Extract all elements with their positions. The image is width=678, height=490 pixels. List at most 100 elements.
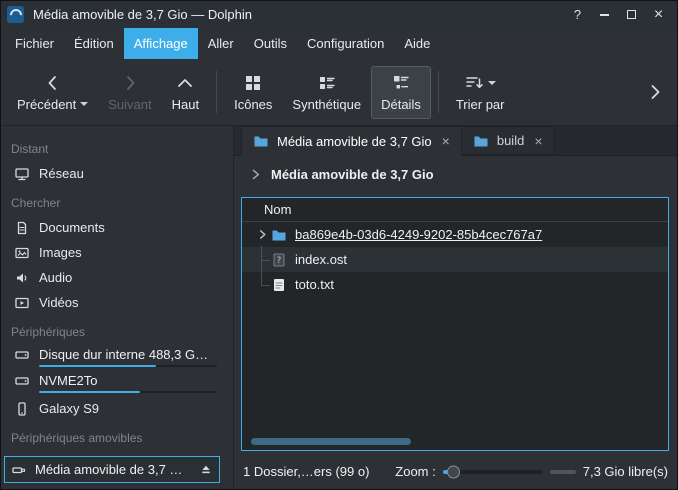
breadcrumb-current[interactable]: Média amovible de 3,7 Gio — [271, 167, 434, 182]
tab-label: build — [497, 133, 524, 148]
sidebar-item-label: Images — [39, 245, 82, 260]
capacity-bar — [39, 391, 217, 393]
dolphin-app-icon — [7, 6, 24, 23]
videos-icon — [14, 295, 30, 311]
menu-configuration[interactable]: Configuration — [297, 28, 394, 59]
sort-by-label: Trier par — [456, 97, 505, 112]
zoom-slider-handle[interactable] — [447, 465, 460, 478]
menu-aide[interactable]: Aide — [394, 28, 440, 59]
menubar: Fichier Édition Affichage Aller Outils C… — [1, 28, 677, 59]
hard-drive-icon — [14, 373, 30, 389]
images-icon — [14, 245, 30, 261]
back-button[interactable]: Précédent — [7, 66, 98, 119]
back-label: Précédent — [17, 97, 76, 112]
file-row-folder[interactable]: ba869e4b-03d6-4249-9202-85b4cec767a7 — [242, 222, 668, 247]
sidebar-item-label: Média amovible de 3,7 … — [35, 462, 199, 477]
tab-close-icon[interactable]: × — [534, 133, 542, 149]
tab-close-icon[interactable]: × — [442, 133, 450, 149]
file-view: Nom ba869e4b-03d6-4249-9202-85b4cec767a7… — [241, 197, 669, 451]
breadcrumb: Média amovible de 3,7 Gio — [234, 156, 677, 193]
sidebar-item-label: Documents — [39, 220, 105, 235]
menu-fichier[interactable]: Fichier — [5, 28, 64, 59]
device-info: NVME2To — [39, 373, 233, 393]
menu-outils[interactable]: Outils — [244, 28, 297, 59]
horizontal-scrollbar-thumb[interactable] — [251, 438, 411, 445]
close-button[interactable]: × — [646, 4, 671, 25]
unknown-file-icon: ? — [271, 252, 287, 268]
view-details-button[interactable]: Détails — [371, 66, 431, 119]
documents-icon — [14, 220, 30, 236]
zoom-label: Zoom : — [395, 464, 435, 479]
view-compact-icon — [317, 73, 337, 93]
minimize-button[interactable] — [592, 4, 617, 25]
file-name: toto.txt — [295, 277, 334, 292]
tab-bar: Média amovible de 3,7 Gio × build × — [234, 126, 677, 156]
zoom-slider-track[interactable] — [443, 470, 543, 474]
sidebar-item-galaxy-s9[interactable]: Galaxy S9 — [1, 396, 233, 421]
chevron-up-icon — [175, 73, 195, 93]
sidebar-item-videos[interactable]: Vidéos — [1, 290, 233, 315]
view-compact-label: Synthétique — [292, 97, 361, 112]
chevron-left-icon — [43, 73, 63, 93]
folder-icon — [271, 227, 287, 243]
sidebar-item-label: Audio — [39, 270, 72, 285]
chevron-right-icon[interactable] — [249, 168, 262, 181]
expand-arrow-icon[interactable] — [254, 229, 270, 240]
toolbar-overflow-button[interactable] — [645, 82, 665, 102]
section-header-distant: Distant — [1, 132, 233, 161]
view-compact-button[interactable]: Synthétique — [282, 66, 371, 119]
section-header-amovibles: Périphériques amovibles — [1, 421, 233, 450]
menu-edition[interactable]: Édition — [64, 28, 124, 59]
toolbar-separator — [216, 71, 217, 113]
sidebar-item-reseau[interactable]: Réseau — [1, 161, 233, 186]
device-info: Disque dur interne 488,3 G… — [39, 347, 233, 367]
sidebar-item-label: Disque dur interne 488,3 G… — [39, 347, 217, 362]
places-panel: Distant Réseau Chercher Documents Images… — [1, 126, 234, 489]
sidebar-item-disque-dur[interactable]: Disque dur interne 488,3 G… — [1, 344, 233, 370]
view-icons-label: Icônes — [234, 97, 272, 112]
forward-button[interactable]: Suivant — [98, 66, 161, 119]
chevron-down-icon — [80, 102, 88, 110]
column-header-nom[interactable]: Nom — [242, 198, 668, 222]
file-row-index-ost[interactable]: ? index.ost — [242, 247, 668, 272]
tab-media-amovible[interactable]: Média amovible de 3,7 Gio × — [241, 126, 462, 156]
status-summary: 1 Dossier,…ers (99 o) — [243, 464, 369, 479]
svg-text:?: ? — [277, 256, 282, 266]
view-details-icon — [391, 73, 411, 93]
up-label: Haut — [172, 97, 199, 112]
main-area: Média amovible de 3,7 Gio × build × Médi… — [234, 126, 677, 489]
capacity-bar — [39, 365, 217, 367]
file-row-toto-txt[interactable]: toto.txt — [242, 272, 668, 297]
sidebar-item-label: Vidéos — [39, 295, 79, 310]
help-button[interactable]: ? — [565, 4, 590, 25]
tab-label: Média amovible de 3,7 Gio — [277, 134, 432, 149]
file-name: ba869e4b-03d6-4249-9202-85b4cec767a7 — [295, 227, 542, 242]
free-space-label: 7,3 Gio libre(s) — [583, 464, 668, 479]
sidebar-item-media-amovible-selected[interactable]: Média amovible de 3,7 … — [4, 456, 220, 483]
chevron-right-icon — [645, 82, 665, 102]
sidebar-item-label: NVME2To — [39, 373, 217, 388]
capacity-bar-fill — [39, 391, 140, 393]
forward-label: Suivant — [108, 97, 151, 112]
zoom-slider[interactable] — [443, 463, 543, 481]
menu-aller[interactable]: Aller — [198, 28, 244, 59]
up-button[interactable]: Haut — [162, 66, 209, 119]
sidebar-item-documents[interactable]: Documents — [1, 215, 233, 240]
chevron-right-icon — [120, 73, 140, 93]
sidebar-item-label: Galaxy S9 — [39, 401, 99, 416]
maximize-icon — [627, 10, 636, 19]
sidebar-item-label: Réseau — [39, 166, 84, 181]
hard-drive-icon — [14, 347, 30, 363]
sort-by-button[interactable]: Trier par — [446, 66, 515, 119]
file-name: index.ost — [295, 252, 347, 267]
sidebar-item-images[interactable]: Images — [1, 240, 233, 265]
menu-affichage[interactable]: Affichage — [124, 28, 198, 59]
view-icons-button[interactable]: Icônes — [224, 66, 282, 119]
sidebar-item-audio[interactable]: Audio — [1, 265, 233, 290]
eject-icon[interactable] — [199, 463, 213, 477]
sidebar-item-nvme2to[interactable]: NVME2To — [1, 370, 233, 396]
maximize-button[interactable] — [619, 4, 644, 25]
tab-build[interactable]: build × — [462, 126, 555, 155]
minimize-icon — [600, 14, 609, 16]
free-space-gauge — [550, 470, 576, 474]
